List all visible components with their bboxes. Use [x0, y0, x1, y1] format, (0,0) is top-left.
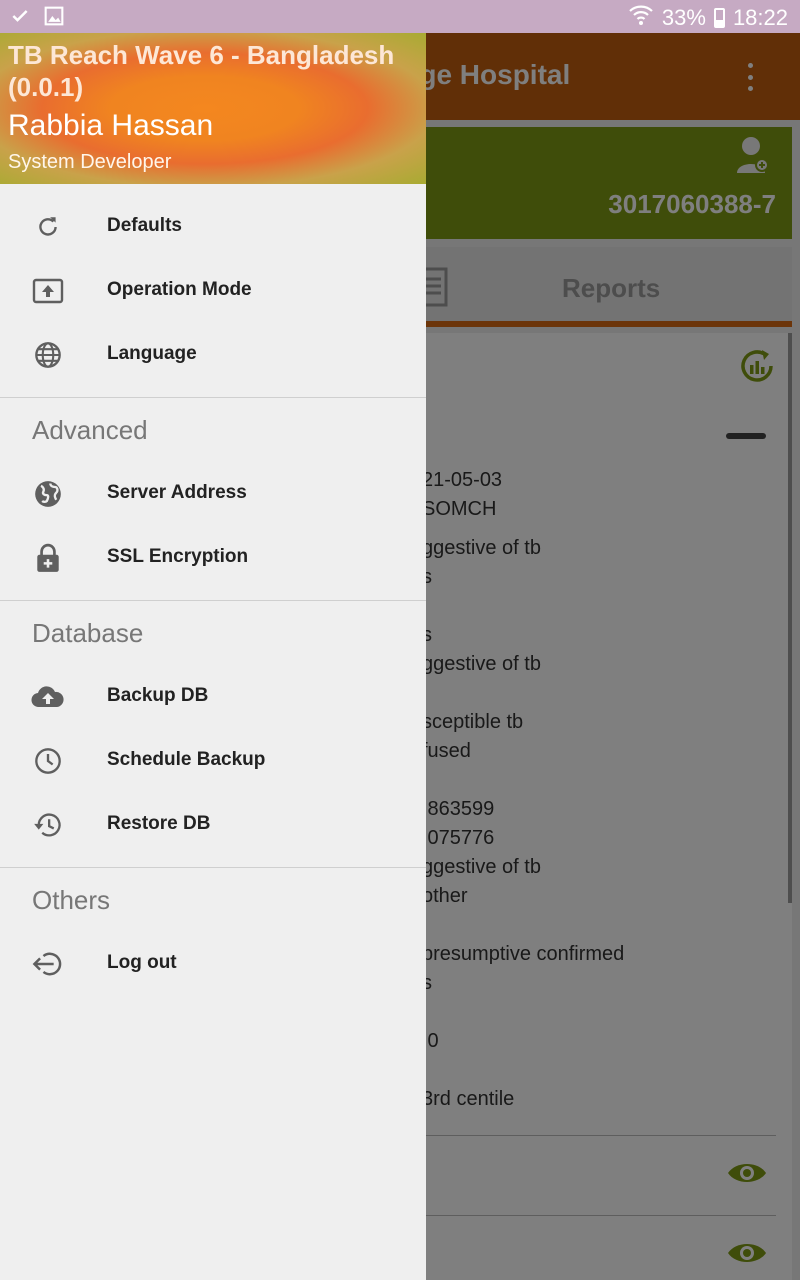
menu-item-label: Operation Mode	[107, 279, 252, 300]
globe-icon	[30, 340, 66, 370]
menu-item-restore-db[interactable]: Restore DB	[0, 793, 426, 857]
refresh-icon	[30, 212, 66, 242]
section-divider	[0, 397, 426, 398]
section-divider	[0, 600, 426, 601]
battery-icon	[713, 8, 725, 28]
menu-item-label: Backup DB	[107, 685, 209, 706]
menu-item-label: Restore DB	[107, 813, 211, 834]
menu-item-label: SSL Encryption	[107, 546, 249, 567]
menu-item-backup-db[interactable]: Backup DB	[0, 665, 426, 729]
image-notification-icon	[44, 6, 64, 31]
menu-item-label: Schedule Backup	[107, 749, 266, 770]
check-notification-icon	[10, 6, 30, 31]
menu-item-label: Defaults	[107, 215, 182, 236]
wifi-icon	[628, 3, 654, 33]
menu-item-label: Language	[107, 343, 197, 364]
drawer-header: TB Reach Wave 6 - Bangladesh (0.0.1) Rab…	[0, 33, 426, 184]
cloud-upload-icon	[30, 682, 66, 712]
menu-item-operation-mode[interactable]: Operation Mode	[0, 259, 426, 323]
section-title-others: Others	[32, 885, 111, 915]
navigation-drawer: TB Reach Wave 6 - Bangladesh (0.0.1) Rab…	[0, 33, 426, 1280]
menu-item-label: Log out	[107, 952, 177, 973]
lock-plus-icon	[30, 543, 66, 573]
app-title: TB Reach Wave 6 - Bangladesh (0.0.1)	[8, 40, 395, 102]
battery-percent: 33%	[661, 5, 706, 30]
status-bar: 33% 18:22	[0, 0, 800, 33]
world-icon	[30, 479, 66, 509]
user-name: Rabbia Hassan	[8, 109, 214, 142]
menu-item-defaults[interactable]: Defaults	[0, 195, 426, 259]
section-title-advanced: Advanced	[32, 415, 148, 445]
menu-item-language[interactable]: Language	[0, 323, 426, 387]
clock-icon	[30, 746, 66, 776]
menu-item-log-out[interactable]: Log out	[0, 932, 426, 996]
menu-item-server-address[interactable]: Server Address	[0, 462, 426, 526]
user-role: System Developer	[8, 151, 172, 173]
menu-item-ssl-encryption[interactable]: SSL Encryption	[0, 526, 426, 590]
menu-item-label: Server Address	[107, 482, 247, 503]
upload-box-icon	[30, 276, 66, 306]
menu-item-schedule-backup[interactable]: Schedule Backup	[0, 729, 426, 793]
section-divider	[0, 867, 426, 868]
clock-time: 18:22	[732, 5, 788, 30]
history-icon	[30, 810, 66, 840]
section-title-database: Database	[32, 618, 144, 648]
logout-icon	[30, 949, 66, 979]
